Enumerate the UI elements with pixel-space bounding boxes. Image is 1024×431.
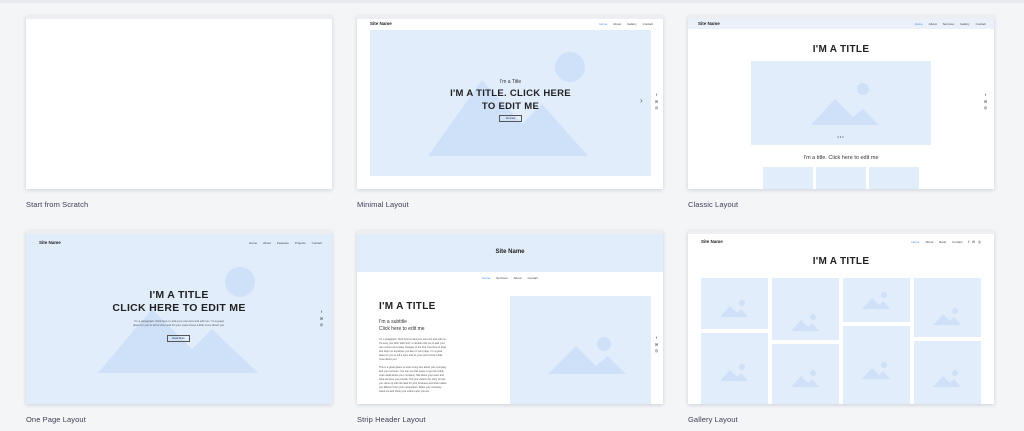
image-placeholder: [510, 296, 651, 404]
feature-box: [816, 167, 866, 189]
template-label: One Page Layout: [26, 415, 86, 424]
hero-title-line: I'M A TITLE: [149, 289, 209, 301]
landscape-image-icon: [811, 83, 879, 125]
nav-item: Contact: [311, 241, 322, 245]
nav-item: Projects: [294, 241, 306, 245]
template-thumbnail-blank[interactable]: [26, 16, 332, 189]
feature-box: [869, 167, 919, 189]
template-card-gallery[interactable]: Site Name Home About Book Contact f ✉ ◎ I'M…: [688, 231, 994, 424]
hero-title: I'M A TITLE. CLICK HERE TO EDIT ME: [370, 87, 651, 113]
nav-item: Services: [496, 276, 508, 280]
template-label: Gallery Layout: [688, 415, 738, 424]
template-label: Minimal Layout: [357, 200, 409, 209]
instagram-icon: ◎: [654, 105, 659, 110]
nav-item: Contact: [527, 276, 538, 280]
template-thumbnail-strip-header[interactable]: Site Name Home Services About Contact I'M A…: [357, 231, 663, 404]
top-divider: [0, 0, 1024, 3]
template-card-classic[interactable]: Site Name Home About Services Gallery Contac…: [688, 16, 994, 209]
chevron-right-icon: ›: [640, 96, 643, 105]
template-label: Start from Scratch: [26, 200, 89, 209]
nav-menu: Home About Services Gallery Contact: [909, 22, 986, 26]
subtitle-line: Click here to edit me: [379, 326, 425, 332]
site-name: Site Name: [370, 21, 392, 26]
nav-item: Home: [482, 276, 491, 280]
nav-menu: Home Services About Contact: [357, 276, 663, 280]
site-name: Site Name: [698, 21, 720, 26]
site-name: Site Name: [39, 240, 61, 245]
template-label: Classic Layout: [688, 200, 739, 209]
social-bar: f ✉ ◎: [654, 92, 659, 112]
hero-title: I'M A TITLE CLICK HERE TO EDIT ME: [26, 289, 332, 315]
template-label: Strip Header Layout: [357, 415, 426, 424]
hero-button: Connect: [499, 115, 522, 122]
landscape-image-icon: [98, 267, 258, 373]
paragraph: This is a great space to write a long te…: [379, 366, 447, 393]
hero-image-placeholder: [751, 61, 931, 145]
landscape-image-icon: [548, 337, 626, 374]
instagram-icon: ◎: [983, 105, 988, 110]
nav-item: About: [513, 276, 522, 280]
paragraph-line: place for you to tell a story and let yo…: [132, 323, 226, 327]
body-text: I'm a paragraph. Click here to add your …: [379, 338, 447, 404]
nav-item: Home: [599, 22, 608, 26]
instagram-icon: ◎: [654, 348, 659, 353]
page-title: I'M A TITLE: [812, 44, 870, 55]
subtitle-line: I'm a subtitle: [379, 319, 407, 325]
template-card-one-page[interactable]: Site Name Home About Features Projects Conta…: [26, 231, 332, 424]
nav-item: Services: [942, 22, 955, 26]
template-thumbnail-one-page[interactable]: Site Name Home About Features Projects Conta…: [26, 231, 332, 404]
template-thumbnail-gallery[interactable]: Site Name Home About Book Contact f ✉ ◎ I'M…: [688, 231, 994, 404]
carousel-dots: •••: [837, 134, 845, 139]
instagram-icon: ◎: [319, 322, 324, 327]
page-subtitle: I'm a subtitle Click here to edit me: [379, 319, 425, 333]
template-card-strip-header[interactable]: Site Name Home Services About Contact I'M A…: [357, 231, 663, 424]
nav-item: Home: [914, 22, 923, 26]
nav-menu: Home About Gallery Contact: [593, 22, 653, 26]
hero-subtitle: I'm a Title: [499, 79, 522, 85]
template-thumbnail-minimal[interactable]: Site Name Home About Gallery Contact I'm a …: [357, 16, 663, 189]
nav-item: Contact: [975, 22, 986, 26]
nav-item: Features: [276, 241, 289, 245]
nav-menu: Home About Features Projects Contact: [243, 241, 322, 245]
template-thumbnail-classic[interactable]: Site Name Home About Services Gallery Contac…: [688, 16, 994, 189]
feature-box: [763, 167, 813, 189]
read-more-button: Read More: [167, 335, 190, 342]
nav-item: Gallery: [627, 22, 637, 26]
site-name: Site Name: [495, 249, 525, 255]
template-card-minimal[interactable]: Site Name Home About Gallery Contact I'm a …: [357, 16, 663, 209]
hero-title-line: CLICK HERE TO EDIT ME: [112, 302, 246, 314]
paragraph: I'm a paragraph. Click here to add your …: [379, 338, 447, 361]
gallery-grid: [701, 278, 981, 404]
page-title: I'M A TITLE: [379, 301, 436, 312]
nav-item: About: [613, 22, 622, 26]
social-bar: f ✉ ◎: [319, 309, 324, 329]
hero-paragraph: I'm a paragraph. Click here to add your …: [26, 319, 332, 327]
nav-item: Home: [249, 241, 258, 245]
nav-item: Gallery: [960, 22, 970, 26]
nav-item: About: [928, 22, 937, 26]
hero-title-line: I'M A TITLE. CLICK HERE: [450, 88, 571, 99]
nav-item: About: [263, 241, 271, 245]
template-card-scratch[interactable]: Start from Scratch: [26, 16, 332, 209]
section-caption: I'm a title. Click here to edit me: [803, 155, 879, 161]
hero-title-line: TO EDIT ME: [481, 101, 540, 112]
social-bar: f ✉ ◎: [654, 335, 659, 355]
social-bar: f ✉ ◎: [983, 92, 988, 112]
nav-item: Contact: [642, 22, 653, 26]
